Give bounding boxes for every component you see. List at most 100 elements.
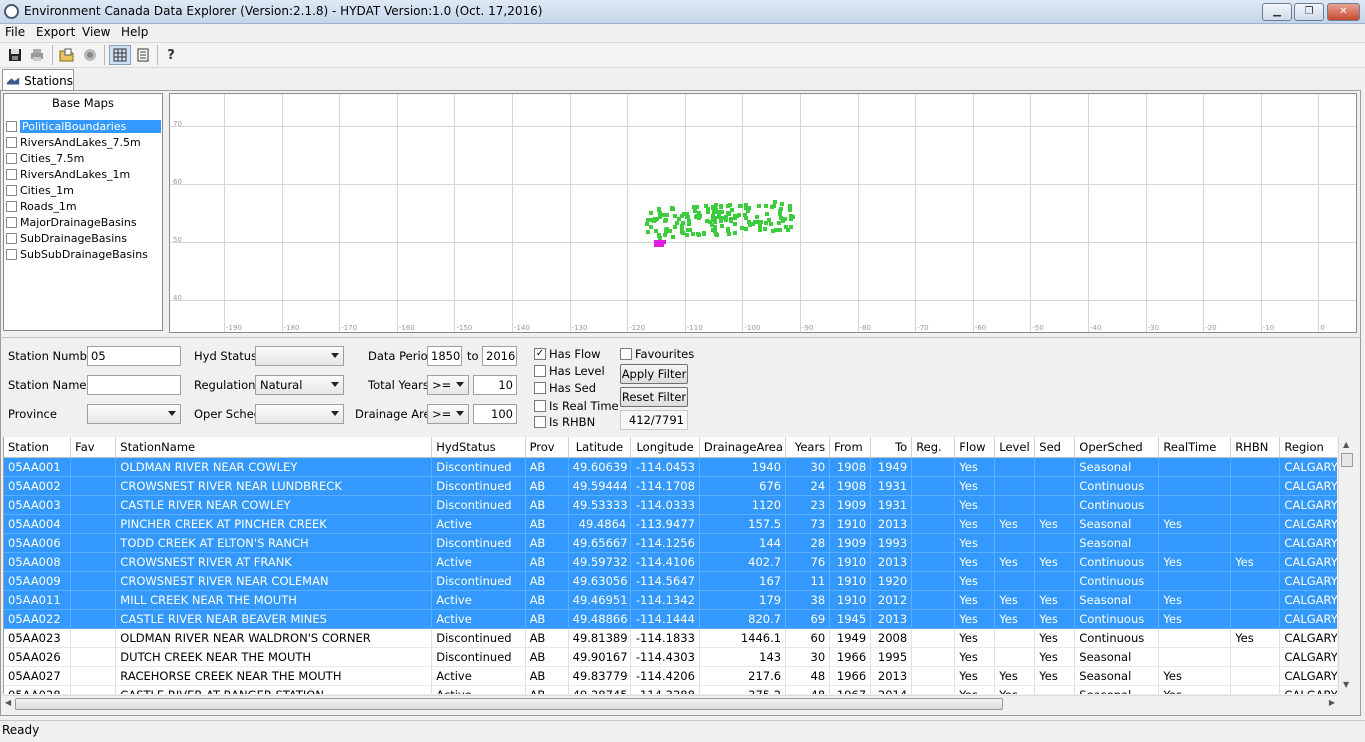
report-button[interactable] [133,45,153,65]
station-marker[interactable] [771,229,776,234]
station-marker[interactable] [670,235,675,239]
regulation-select[interactable]: Natural [255,375,344,395]
checkbox-icon[interactable] [6,136,17,148]
station-marker[interactable] [725,210,730,215]
table-row[interactable]: 05AA026 DUTCH CREEK NEAR THE MOUTH Discont… [4,647,1337,667]
total-years-input[interactable]: 10 [473,375,517,395]
station-marker[interactable] [778,209,783,214]
station-marker[interactable] [703,204,708,209]
scroll-down-icon[interactable]: ▼ [1343,680,1349,689]
horizontal-scroll-thumb[interactable] [15,698,1003,710]
has-flow-checkbox[interactable]: ✓ Has Flow [534,347,601,361]
station-marker[interactable] [709,223,714,228]
vertical-scroll-thumb[interactable] [1341,453,1353,467]
station-marker[interactable] [663,217,668,222]
column-header[interactable]: Fav [70,437,117,458]
station-marker[interactable] [719,223,724,228]
save-button[interactable] [5,45,25,65]
station-marker[interactable] [672,225,677,230]
has-level-checkbox[interactable]: Has Level [534,364,605,378]
drainage-area-input[interactable]: 100 [473,404,517,424]
column-header[interactable]: DrainageArea [699,437,787,458]
station-marker[interactable] [693,208,698,213]
base-map-item[interactable]: MajorDrainageBasins [6,214,162,230]
column-header[interactable]: OperSched [1074,437,1160,458]
station-marker[interactable] [701,231,706,236]
apply-filter-button[interactable]: Apply Filter [620,364,688,384]
table-row[interactable]: 05AA009 CROWSNEST RIVER NEAR COLEMAN Disco… [4,571,1337,591]
column-header[interactable]: HydStatus [431,437,526,458]
station-marker[interactable] [690,231,695,236]
station-marker[interactable] [772,200,777,205]
base-map-item[interactable]: SubDrainageBasins [6,230,162,246]
station-marker[interactable] [705,218,710,223]
station-marker[interactable] [673,214,677,219]
station-marker[interactable] [733,221,737,226]
base-map-item[interactable]: Cities_1m [6,182,162,198]
station-marker[interactable] [763,227,768,232]
station-marker[interactable] [768,221,773,226]
minimize-button[interactable]: ▁ [1262,3,1292,21]
column-header[interactable]: Longitude [630,437,700,458]
station-marker[interactable] [663,232,667,237]
base-map-item[interactable]: PoliticalBoundaries [6,118,162,134]
station-marker[interactable] [656,232,661,237]
table-row[interactable]: 05AA008 CROWSNEST RIVER AT FRANK Active AB 4… [4,552,1337,572]
station-name-input[interactable] [87,375,181,395]
column-header[interactable]: StationName [115,437,433,458]
menu-help[interactable]: Help [121,25,148,39]
menu-file[interactable]: File [5,25,25,39]
column-header[interactable]: To [870,437,913,458]
station-marker[interactable] [736,213,741,217]
station-marker[interactable] [670,205,675,210]
grid-view-button[interactable] [109,45,131,65]
base-map-item[interactable]: RiversAndLakes_7.5m [6,134,162,150]
favourites-checkbox[interactable]: Favourites [620,347,694,361]
station-marker[interactable] [682,212,687,217]
station-marker[interactable] [712,228,717,233]
base-map-item[interactable]: RiversAndLakes_1m [6,166,162,182]
column-header[interactable]: Station [4,437,72,458]
station-marker[interactable] [784,224,788,229]
station-marker[interactable] [789,216,794,221]
export-button[interactable] [80,45,100,65]
column-header[interactable]: RealTime [1158,437,1232,458]
table-row[interactable]: 05AA011 MILL CREEK NEAR THE MOUTH Active AB… [4,590,1337,610]
station-marker[interactable] [705,210,710,215]
station-marker[interactable] [715,232,719,237]
station-marker[interactable] [686,222,691,227]
checkbox-icon[interactable] [6,120,17,132]
column-header[interactable]: Level [994,437,1036,458]
data-period-to-input[interactable]: 2016 [482,346,517,366]
station-marker[interactable] [665,212,670,217]
print-button[interactable] [27,45,47,65]
station-marker[interactable] [769,204,774,209]
horizontal-scrollbar[interactable]: ◀ ▶ [3,695,1337,712]
station-marker[interactable] [710,214,715,219]
station-number-input[interactable]: 05 [87,346,181,366]
station-marker[interactable] [758,228,763,232]
station-marker[interactable] [778,227,782,232]
station-marker[interactable] [654,228,659,233]
selected-station-marker[interactable] [660,243,664,247]
station-marker[interactable] [733,230,738,235]
checkbox-icon[interactable] [6,168,17,180]
table-row[interactable]: 05AA001 OLDMAN RIVER NEAR COWLEY Discontin… [4,457,1337,477]
app-icon[interactable] [4,4,19,19]
station-marker[interactable] [742,212,747,217]
station-marker[interactable] [664,227,669,232]
column-header[interactable]: Prov [525,437,569,458]
station-marker[interactable] [789,224,794,229]
vertical-scrollbar[interactable]: ▲ ▼ [1338,437,1355,694]
station-marker[interactable] [780,202,784,206]
column-header[interactable]: Latitude [568,437,632,458]
column-header[interactable]: RHBN [1230,437,1281,458]
station-marker[interactable] [756,204,761,209]
table-row[interactable]: 05AA006 TODD CREEK AT ELTON'S RANCH Discon… [4,533,1337,553]
column-header[interactable]: Sed [1034,437,1076,458]
station-marker[interactable] [724,218,729,223]
station-marker[interactable] [717,211,722,216]
base-map-item[interactable]: Roads_1m [6,198,162,214]
help-button[interactable]: ? [161,45,181,65]
menu-export[interactable]: Export [36,25,75,39]
